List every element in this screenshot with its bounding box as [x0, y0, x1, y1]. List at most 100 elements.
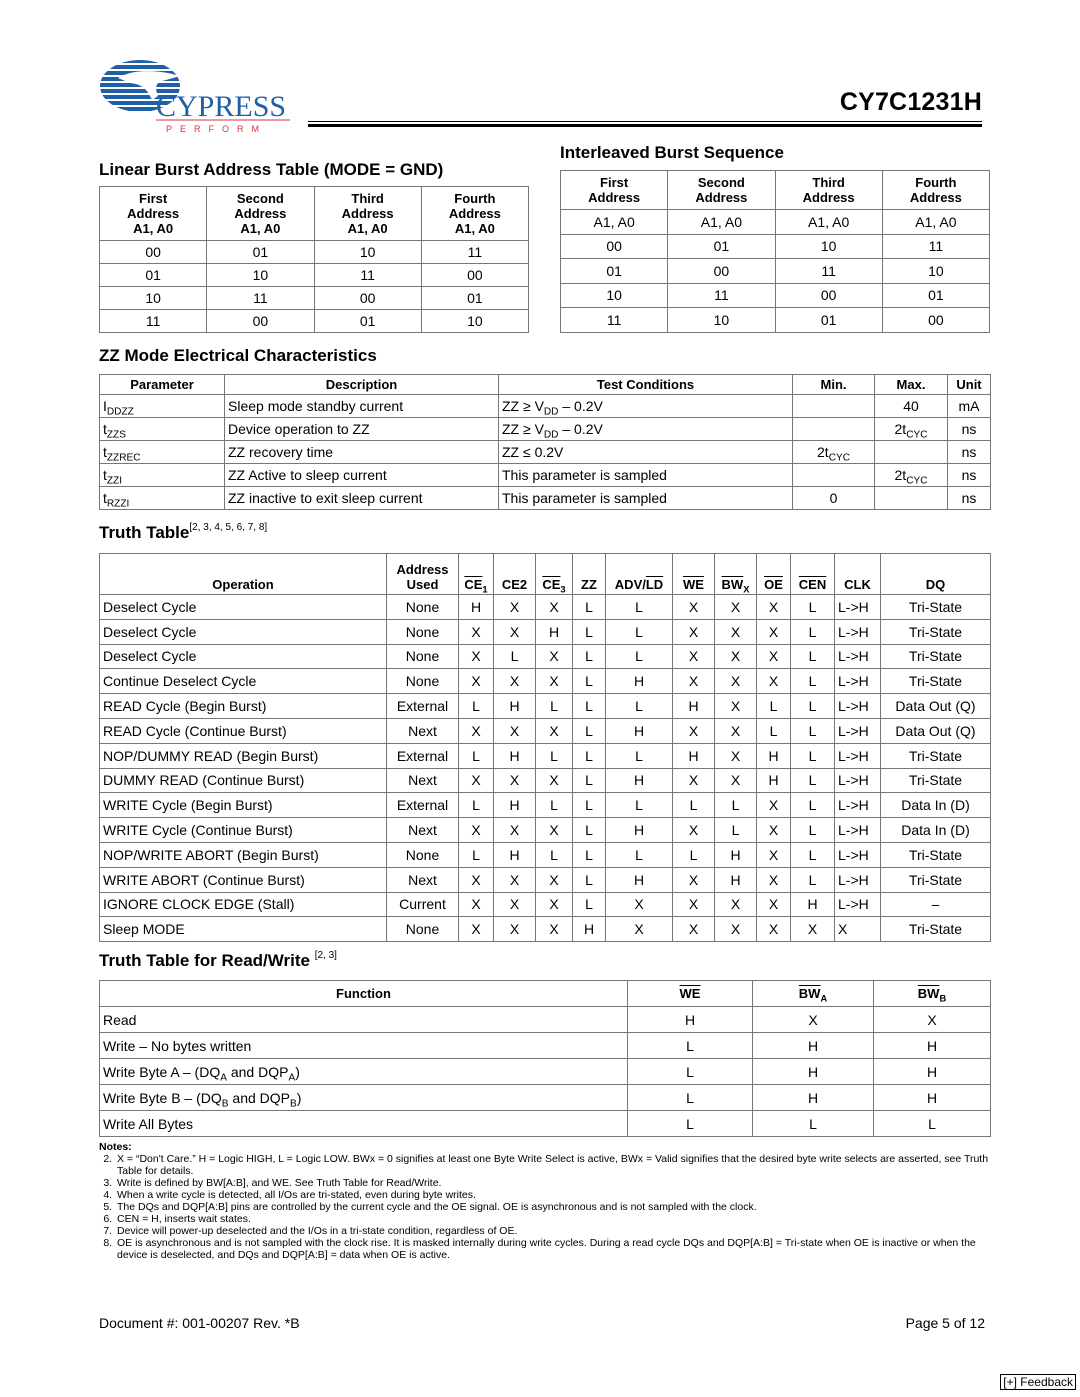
header-third-address: Third Address [774, 170, 883, 210]
read-write-truth-table: Function WE BWA BWB Read H X X Write – No by… [99, 980, 991, 1137]
note-item: X = “Don't Care.” H = Logic HIGH, L = Lo… [115, 1153, 989, 1177]
bwb-cell: L [873, 1110, 991, 1137]
table-row: IGNORE CLOCK EDGE (Stall) Current X X X L X X X X… [99, 891, 991, 918]
signal-cell: X [535, 643, 573, 670]
signal-cell: L [572, 668, 606, 695]
signal-cell: L [572, 717, 606, 744]
table-cell: 11 [774, 258, 883, 284]
signal-cell: L [790, 618, 835, 645]
parameter-cell: IDDZZ [99, 394, 225, 418]
header-ce2: CE2 [493, 553, 536, 595]
signal-cell: L [756, 693, 791, 719]
signal-cell: L->H [834, 866, 881, 893]
signal-cell: H [458, 594, 494, 620]
signal-cell: L->H [834, 668, 881, 695]
truth-table-refs: [2, 3, 4, 5, 6, 7, 8] [189, 522, 268, 533]
table-cell: 01 [559, 258, 669, 284]
table-row: 01 00 11 10 [559, 258, 991, 284]
signal-cell: L [790, 717, 835, 744]
signal-cell: L [572, 792, 606, 819]
table-cell: 11 [881, 233, 991, 259]
bwb-cell: H [873, 1032, 991, 1059]
signal-cell: L [572, 866, 606, 893]
notes-list: X = “Don't Care.” H = Logic HIGH, L = Lo… [99, 1153, 989, 1261]
interleaved-burst-body: 00 01 10 11 01 00 11 10 10 11 00 01 11 10 01 00 [559, 233, 991, 333]
we-cell: H [627, 1006, 753, 1033]
max-cell: 2tCYC [874, 463, 948, 487]
signal-cell: L [535, 742, 573, 769]
we-cell: L [627, 1110, 753, 1137]
signal-cell: L->H [834, 792, 881, 819]
signal-cell: X [535, 916, 573, 943]
table-cell: 11 [420, 240, 530, 264]
signal-cell: H [572, 916, 606, 943]
table-row: Deselect Cycle None H X X L L X X X L L->H Tri-State [99, 594, 991, 620]
table-row: 10 11 00 01 [98, 286, 530, 310]
header-bwx: BWX [714, 553, 757, 595]
signal-cell: X [493, 866, 536, 893]
table-row: READ Cycle (Begin Burst) External L H L L L H X L… [99, 693, 991, 719]
table-row: Write All Bytes L L L [99, 1110, 991, 1137]
signal-cell: L [605, 643, 673, 670]
cypress-logo-graphic: CYPRESS PERFORM [100, 60, 290, 134]
signal-cell: L [572, 742, 606, 769]
table-cell: 00 [206, 309, 315, 333]
signal-cell: X [535, 717, 573, 744]
signal-cell: X [458, 668, 494, 695]
header-max: Max. [874, 374, 948, 395]
signal-cell: L->H [834, 817, 881, 843]
header-bwb: BWB [873, 980, 991, 1007]
table-cell: 11 [98, 309, 208, 333]
function-cell: Write All Bytes [99, 1110, 628, 1137]
signal-cell: X [714, 618, 757, 645]
note-item: The DQs and DQP[A:B] pins are controlled… [115, 1201, 989, 1213]
signal-cell: L [535, 841, 573, 868]
signal-cell: X [535, 891, 573, 918]
operation-cell: Deselect Cycle [99, 618, 387, 645]
signal-cell: L [605, 693, 673, 719]
table-cell: 11 [313, 263, 422, 287]
signal-cell: L [458, 792, 494, 819]
table-header-row: Function WE BWA BWB [99, 980, 991, 1007]
signal-cell: X [756, 916, 791, 943]
signal-cell: X [605, 916, 673, 943]
operation-cell: Continue Deselect Cycle [99, 668, 387, 695]
unit-cell: mA [947, 394, 991, 418]
we-cell: L [627, 1058, 753, 1085]
operation-cell: Deselect Cycle [99, 643, 387, 670]
header-operation: Operation [99, 553, 387, 595]
description-cell: ZZ recovery time [224, 440, 499, 464]
signal-cell: H [493, 841, 536, 868]
signal-cell: X [756, 668, 791, 695]
table-row: 11 00 01 10 [98, 309, 530, 333]
signal-cell: H [714, 841, 757, 868]
interleaved-burst-table: First Address Second Address Third Address … [559, 170, 991, 333]
subheader-cell: A1, A0 [881, 209, 991, 235]
min-cell: 0 [792, 486, 875, 510]
signal-cell: Current [386, 891, 459, 918]
signal-cell: Tri-State [880, 594, 991, 620]
header-we: WE [627, 980, 753, 1007]
signal-cell: X [714, 643, 757, 670]
signal-cell: H [605, 717, 673, 744]
table-cell: 00 [774, 282, 883, 308]
header-cen: CEN [790, 553, 835, 595]
table-cell: 00 [881, 307, 991, 333]
parameter-cell: tZZS [99, 417, 225, 441]
signal-cell: X [458, 643, 494, 670]
table-row: Write Byte B – (DQB and DQPB) L H H [99, 1084, 991, 1111]
feedback-link[interactable]: [+] Feedback [1000, 1374, 1076, 1390]
signal-cell: X [714, 594, 757, 620]
signal-cell: L [605, 618, 673, 645]
table-header-row: Parameter Description Test Conditions Mi… [99, 374, 991, 395]
signal-cell: L [672, 792, 715, 819]
signal-cell: H [605, 866, 673, 893]
signal-cell: Tri-State [880, 668, 991, 695]
table-row: Write – No bytes written L H H [99, 1032, 991, 1059]
rw-table-refs: [2, 3] [314, 950, 337, 961]
header-first-address: First Address A1, A0 [98, 186, 208, 241]
signal-cell: X [458, 618, 494, 645]
min-cell [792, 463, 875, 487]
interleaved-burst-title: Interleaved Burst Sequence [560, 143, 784, 162]
signal-cell: X [714, 767, 757, 794]
